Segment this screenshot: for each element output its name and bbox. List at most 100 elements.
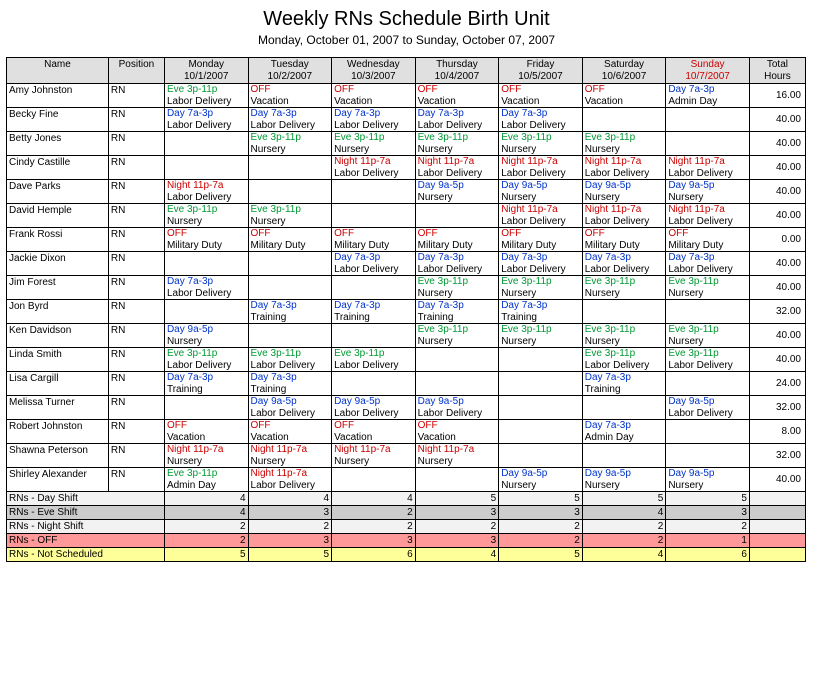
assignment-label: Labor Delivery — [416, 264, 499, 276]
assignment-label: Labor Delivery — [332, 168, 415, 180]
cell-day: Eve 3p-11pNursery — [248, 132, 332, 156]
cell-day: OFFMilitary Duty — [666, 228, 750, 252]
cell-total: 40.00 — [749, 132, 805, 156]
cell-day — [248, 276, 332, 300]
assignment-label: Labor Delivery — [332, 408, 415, 420]
assignment-label: Nursery — [666, 288, 749, 300]
cell-day: Day 9a-5pNursery — [582, 468, 666, 492]
cell-day: Night 11p-7aNursery — [248, 444, 332, 468]
cell-day: Eve 3p-11pNursery — [415, 132, 499, 156]
cell-day — [415, 204, 499, 228]
cell-day: Eve 3p-11pLabor Delivery — [666, 348, 750, 372]
summary-value: 2 — [499, 520, 583, 534]
cell-total: 40.00 — [749, 108, 805, 132]
shift-label: Day 7a-3p — [332, 252, 415, 264]
summary-value: 3 — [332, 534, 416, 548]
col-day-header: Friday10/5/2007 — [499, 58, 583, 84]
assignment-label: Military Duty — [165, 240, 248, 252]
cell-name: Linda Smith — [7, 348, 109, 372]
cell-day: Day 9a-5pLabor Delivery — [666, 396, 750, 420]
shift-label: Day 9a-5p — [583, 468, 666, 480]
cell-day: Day 7a-3pAdmin Day — [666, 84, 750, 108]
shift-label: Eve 3p-11p — [332, 348, 415, 360]
cell-day — [332, 468, 416, 492]
cell-day: Day 9a-5pNursery — [499, 468, 583, 492]
cell-total: 40.00 — [749, 324, 805, 348]
shift-label: Day 9a-5p — [249, 396, 332, 408]
shift-label: OFF — [249, 84, 332, 96]
assignment-label: Military Duty — [332, 240, 415, 252]
shift-label: Eve 3p-11p — [583, 276, 666, 288]
summary-value: 3 — [666, 506, 750, 520]
cell-day: Day 9a-5pNursery — [415, 180, 499, 204]
assignment-label: Nursery — [165, 336, 248, 348]
summary-value: 4 — [582, 548, 666, 562]
assignment-label: Nursery — [416, 144, 499, 156]
assignment-label: Labor Delivery — [416, 408, 499, 420]
shift-label: Day 9a-5p — [499, 180, 582, 192]
summary-value: 2 — [666, 520, 750, 534]
assignment-label: Labor Delivery — [332, 120, 415, 132]
table-row: Melissa TurnerRN Day 9a-5pLabor Delivery… — [7, 396, 806, 420]
assignment-label: Labor Delivery — [165, 120, 248, 132]
cell-position: RN — [108, 324, 164, 348]
assignment-label: Labor Delivery — [165, 360, 248, 372]
shift-label: Day 9a-5p — [499, 468, 582, 480]
summary-value: 5 — [666, 492, 750, 506]
col-day-header: Sunday10/7/2007 — [666, 58, 750, 84]
shift-label: Day 7a-3p — [249, 108, 332, 120]
cell-name: Amy Johnston — [7, 84, 109, 108]
shift-label: Eve 3p-11p — [666, 324, 749, 336]
cell-day: Eve 3p-11pNursery — [499, 276, 583, 300]
shift-label: Eve 3p-11p — [499, 132, 582, 144]
cell-total: 0.00 — [749, 228, 805, 252]
cell-day — [499, 372, 583, 396]
table-row: Jackie DixonRN Day 7a-3pLabor DeliveryDa… — [7, 252, 806, 276]
cell-day: OFFVacation — [332, 420, 416, 444]
shift-label: OFF — [165, 420, 248, 432]
assignment-label: Labor Delivery — [249, 360, 332, 372]
assignment-label: Nursery — [583, 144, 666, 156]
assignment-label: Labor Delivery — [416, 120, 499, 132]
shift-label: Eve 3p-11p — [666, 276, 749, 288]
cell-day: Day 7a-3pTraining — [415, 300, 499, 324]
cell-total: 40.00 — [749, 204, 805, 228]
cell-day — [332, 372, 416, 396]
page-title: Weekly RNs Schedule Birth Unit — [6, 8, 807, 31]
col-total-header: TotalHours — [749, 58, 805, 84]
shift-label: Day 7a-3p — [583, 252, 666, 264]
shift-label: Eve 3p-11p — [249, 348, 332, 360]
table-row: Cindy CastilleRN Night 11p-7aLabor Deliv… — [7, 156, 806, 180]
cell-day — [164, 132, 248, 156]
assignment-label: Vacation — [249, 96, 332, 108]
cell-day: Day 9a-5pLabor Delivery — [248, 396, 332, 420]
assignment-label: Labor Delivery — [249, 480, 332, 492]
shift-label: OFF — [332, 420, 415, 432]
shift-label: Day 7a-3p — [499, 108, 582, 120]
assignment-label: Nursery — [249, 144, 332, 156]
summary-value: 2 — [248, 520, 332, 534]
shift-label: Day 7a-3p — [499, 300, 582, 312]
assignment-label: Training — [416, 312, 499, 324]
shift-label: OFF — [249, 420, 332, 432]
assignment-label: Nursery — [583, 336, 666, 348]
shift-label: Day 7a-3p — [583, 372, 666, 384]
cell-day — [415, 468, 499, 492]
page-subtitle: Monday, October 01, 2007 to Sunday, Octo… — [6, 33, 807, 47]
cell-day: Day 7a-3pLabor Delivery — [248, 108, 332, 132]
shift-label: OFF — [416, 420, 499, 432]
cell-total: 8.00 — [749, 420, 805, 444]
summary-value: 3 — [499, 506, 583, 520]
cell-day: Night 11p-7aLabor Delivery — [666, 204, 750, 228]
col-position-header: Position — [108, 58, 164, 84]
shift-label: Eve 3p-11p — [583, 348, 666, 360]
assignment-label: Nursery — [332, 144, 415, 156]
cell-day: Day 7a-3pTraining — [499, 300, 583, 324]
shift-label: Day 9a-5p — [583, 180, 666, 192]
cell-day: OFFMilitary Duty — [248, 228, 332, 252]
shift-label: Eve 3p-11p — [416, 276, 499, 288]
assignment-label: Military Duty — [499, 240, 582, 252]
col-day-header: Thursday10/4/2007 — [415, 58, 499, 84]
assignment-label: Admin Day — [666, 96, 749, 108]
table-row: Betty JonesRN Eve 3p-11pNurseryEve 3p-11… — [7, 132, 806, 156]
